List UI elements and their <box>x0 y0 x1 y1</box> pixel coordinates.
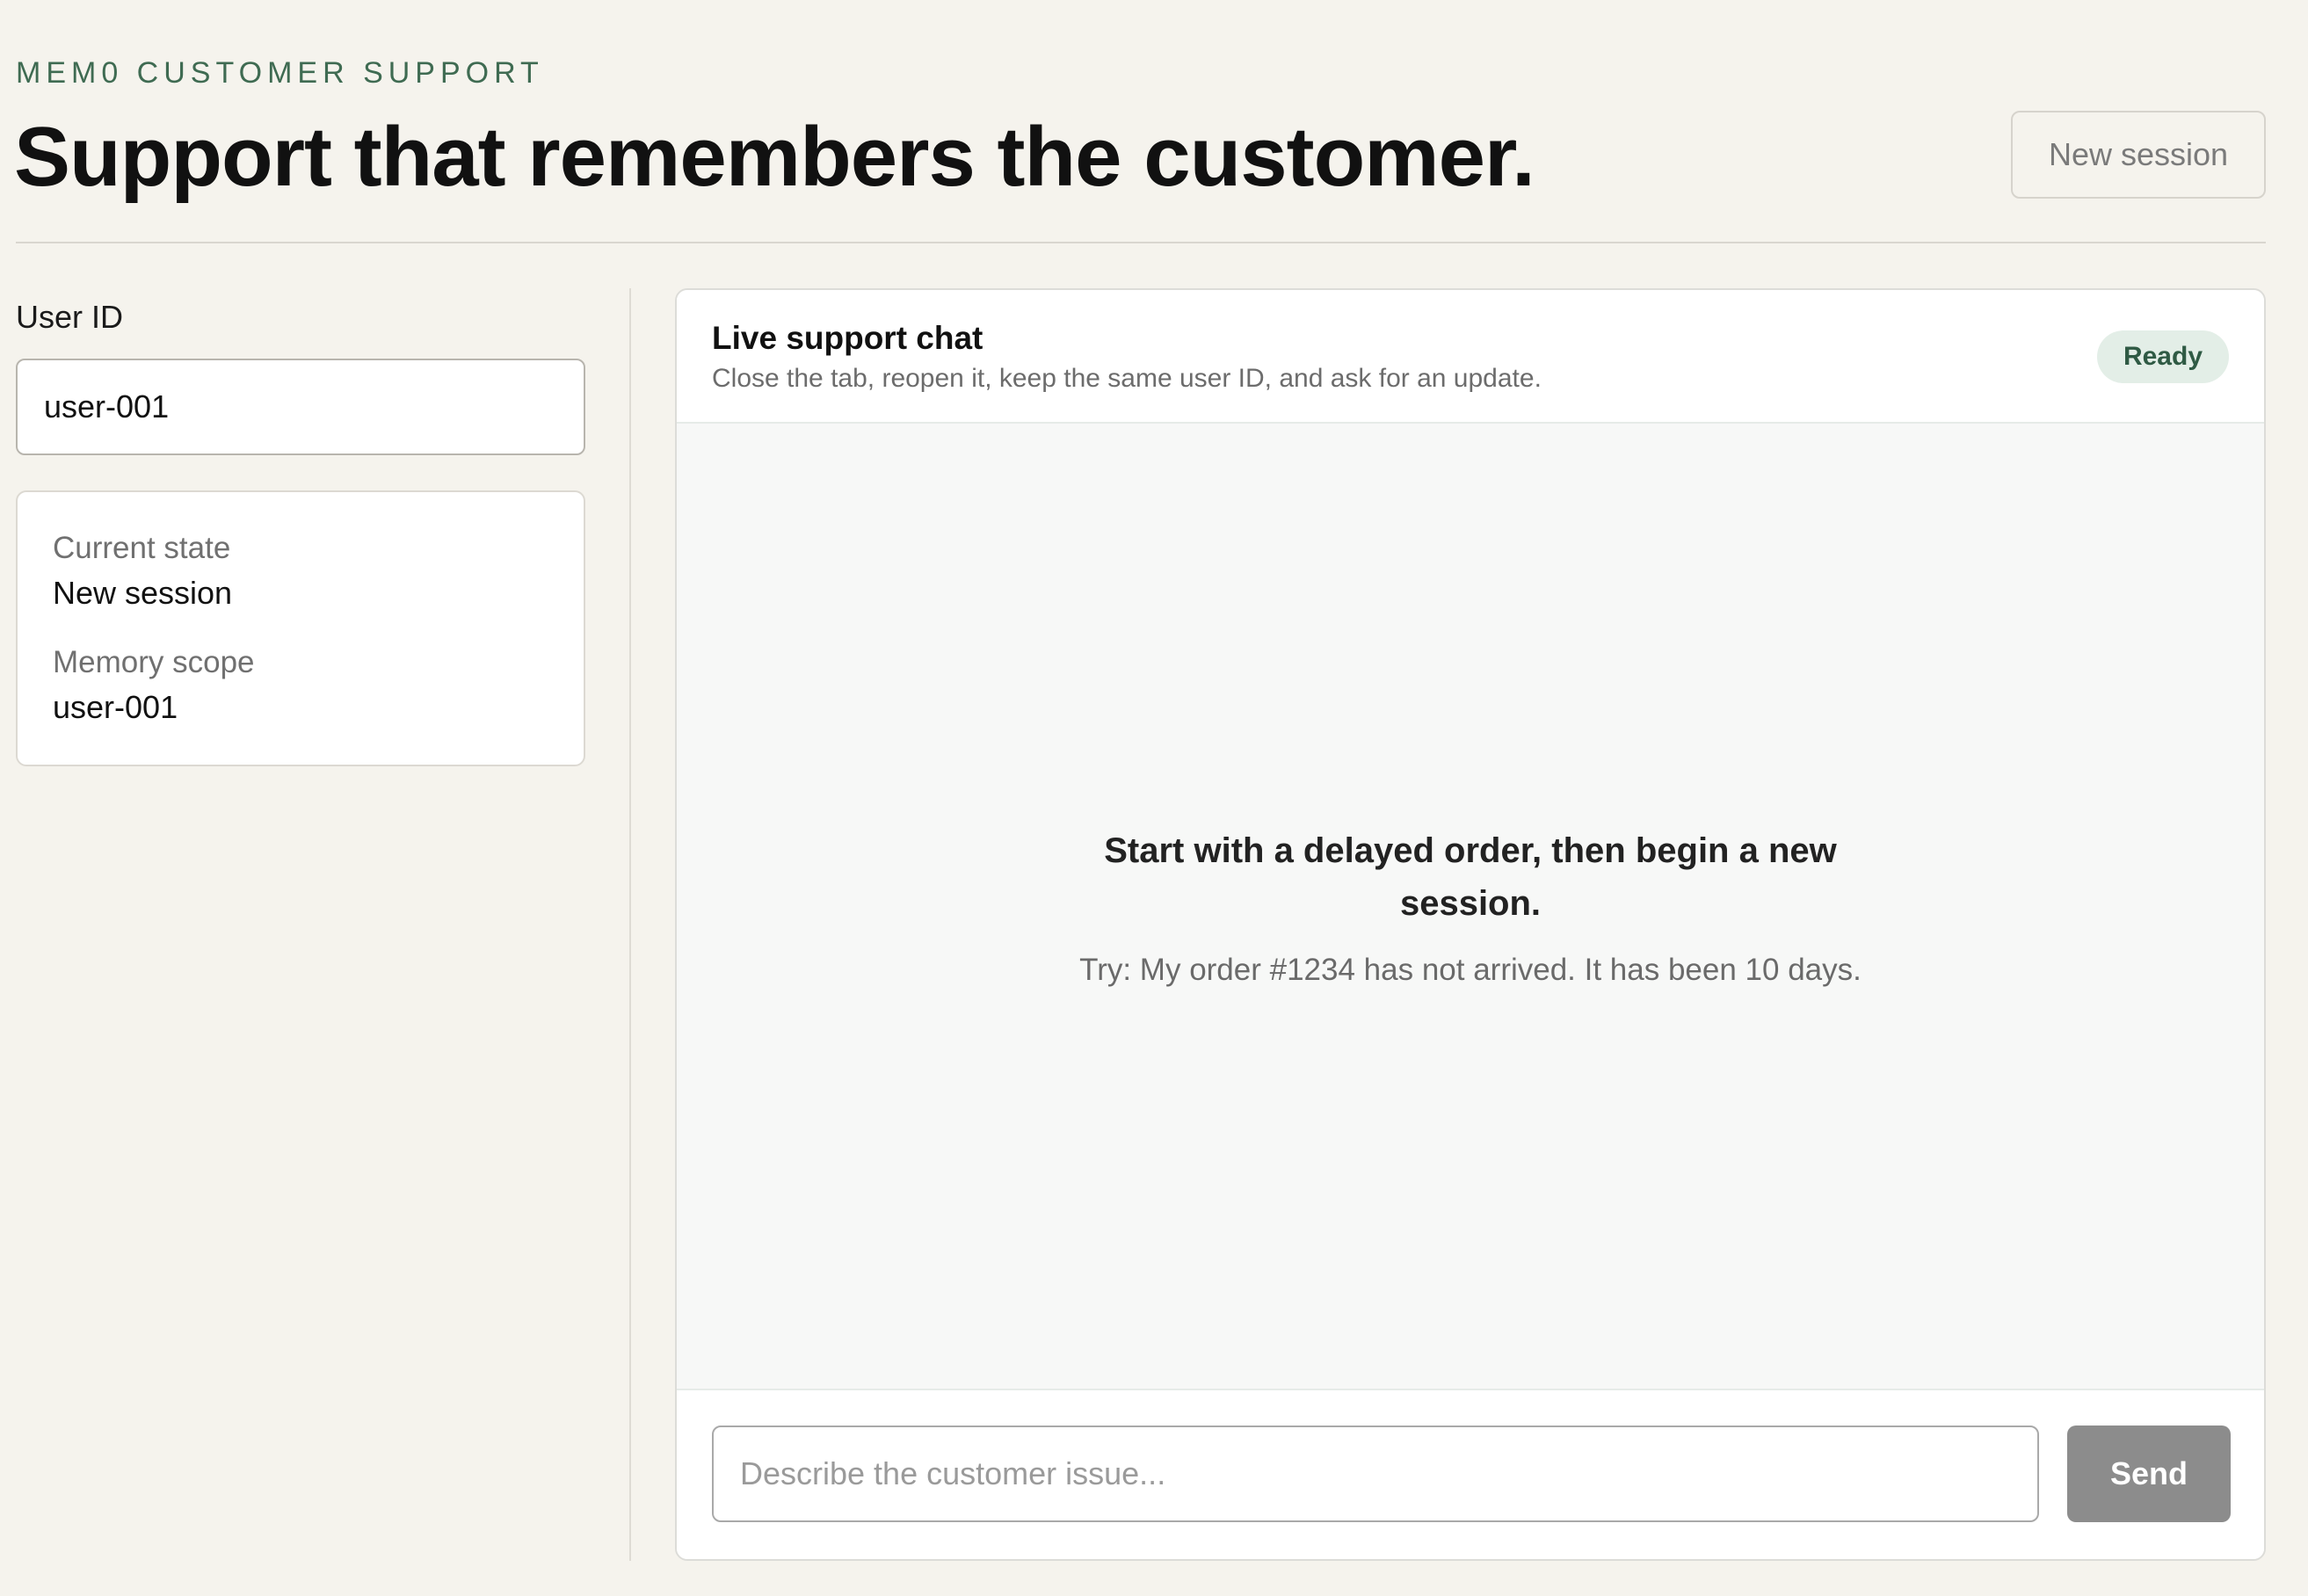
header-divider <box>16 242 2266 243</box>
chat-title: Live support chat <box>712 320 983 356</box>
chat-panel: Live support chat Close the tab, reopen … <box>675 288 2266 1561</box>
new-session-button[interactable]: New session <box>2011 111 2266 199</box>
page-title: Support that remembers the customer. <box>14 110 1535 204</box>
app-eyebrow: MEM0 CUSTOMER SUPPORT <box>16 56 544 90</box>
current-state-value: New session <box>53 575 233 611</box>
sidebar-divider <box>629 288 631 1561</box>
memory-scope-value: user-001 <box>53 689 178 725</box>
session-state-card: Current state New session Memory scope u… <box>16 490 585 766</box>
current-state-label: Current state <box>53 531 231 565</box>
message-input[interactable] <box>712 1426 2039 1522</box>
chat-composer: Send <box>677 1389 2264 1559</box>
support-app: MEM0 CUSTOMER SUPPORT Support that remem… <box>0 0 2308 1596</box>
empty-state-hint: Try: My order #1234 has not arrived. It … <box>1079 953 1862 987</box>
chat-messages-area: Start with a delayed order, then begin a… <box>677 424 2264 1389</box>
memory-scope-label: Memory scope <box>53 645 255 679</box>
status-badge: Ready <box>2096 330 2229 383</box>
send-button[interactable]: Send <box>2067 1426 2231 1522</box>
empty-state-title: Start with a delayed order, then begin a… <box>1104 831 1837 923</box>
user-id-label: User ID <box>16 299 124 335</box>
chat-header: Live support chat Close the tab, reopen … <box>677 290 2264 424</box>
user-id-input[interactable] <box>16 359 585 455</box>
chat-subtitle: Close the tab, reopen it, keep the same … <box>712 364 1542 393</box>
